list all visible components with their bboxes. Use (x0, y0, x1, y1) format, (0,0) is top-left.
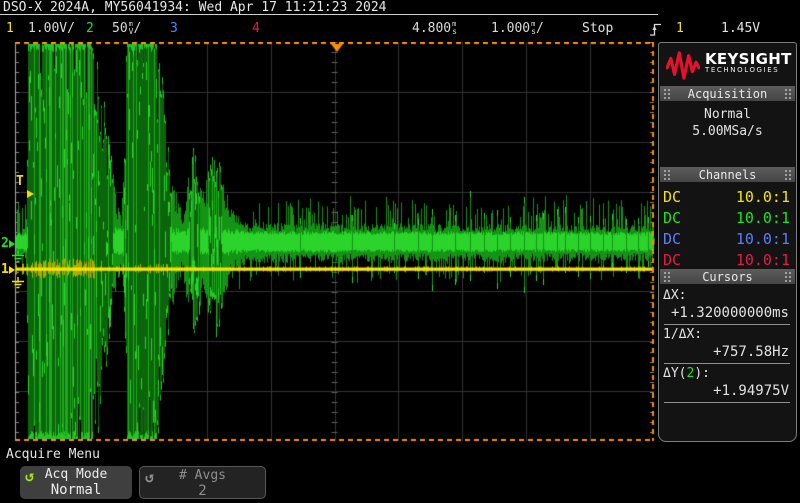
logo-brand-text: KEYSIGHT (705, 54, 792, 65)
softkey-value: Normal (20, 482, 132, 498)
timebase-readout[interactable]: 1.000ms/ (491, 21, 544, 36)
channel2-number[interactable]: 2 (86, 21, 94, 36)
inverse-delta-x-label: 1/ΔX: (663, 327, 791, 343)
sample-rate: 5.00MSa/s (659, 123, 796, 140)
drag-grip-icon[interactable] (784, 271, 792, 282)
channel2-probe-ratio: 10.0:1 (736, 209, 790, 227)
cursors-panel: ΔX: +1.320000000ms 1/ΔX: +757.58Hz ΔY(2)… (659, 284, 796, 403)
channel1-coupling: DC (663, 188, 681, 206)
drag-grip-icon[interactable] (784, 88, 792, 99)
channel1-ground-marker[interactable]: 1 (1, 264, 9, 276)
channel4-probe-ratio: 10.0:1 (736, 251, 790, 269)
keysight-logo: KEYSIGHT TECHNOLOGIES (659, 43, 796, 86)
milli-second-stacked-unit: ms (452, 21, 457, 35)
channel4-row: DC 10.0:1 (663, 249, 790, 270)
waveform-display (10, 42, 657, 443)
channel2-marker-arrow-icon (9, 240, 15, 248)
title-divider (0, 14, 658, 15)
oscilloscope-screen: DSO-X 2024A, MY56041934: Wed Apr 17 11:2… (0, 0, 800, 503)
channel1-row: DC 10.0:1 (663, 186, 790, 207)
channel2-row: DC 10.0:1 (663, 207, 790, 228)
channel2-coupling: DC (663, 209, 681, 227)
num-avgs-softkey[interactable]: ↺ # Avgs 2 (139, 466, 266, 499)
run-state-indicator: Stop (582, 21, 613, 36)
channel2-ground-marker[interactable]: 2 (1, 238, 9, 250)
acquisition-mode: Normal (659, 106, 796, 123)
keysight-wave-icon (666, 50, 700, 80)
drag-grip-icon[interactable] (663, 88, 671, 99)
delta-x-label: ΔX: (663, 288, 791, 304)
drag-grip-icon[interactable] (663, 271, 671, 282)
cursors-section-header[interactable]: Cursors (660, 269, 795, 284)
delta-x-value: +1.320000000ms (663, 304, 791, 322)
channel3-probe-ratio: 10.0:1 (736, 230, 790, 248)
channel3-number[interactable]: 3 (170, 21, 178, 36)
channel3-coupling: DC (663, 230, 681, 248)
instrument-title: DSO-X 2024A, MY56041934: Wed Apr 17 11:2… (3, 0, 387, 15)
divider (664, 402, 790, 403)
softkey-label: Acq Mode (20, 467, 132, 482)
channels-header-label: Channels (699, 168, 757, 182)
acquisition-panel: Normal 5.00MSa/s (659, 101, 796, 167)
delta-y-value: +1.94975V (663, 382, 791, 400)
acquisition-section-header[interactable]: Acquisition (660, 86, 795, 101)
channel1-probe-ratio: 10.0:1 (736, 188, 790, 206)
trigger-source[interactable]: 1 (676, 21, 684, 36)
divider (664, 363, 790, 364)
drag-grip-icon[interactable] (663, 169, 671, 180)
channel1-ground-icon (11, 277, 25, 289)
softkey-value: 2 (140, 483, 265, 499)
delta-y-label: ΔY(2): (663, 366, 791, 382)
channels-panel: DC 10.0:1 DC 10.0:1 DC 10.0:1 DC 10.0:1 (659, 182, 796, 269)
trigger-level-arrow-icon[interactable] (27, 190, 34, 198)
acquisition-header-label: Acquisition (688, 87, 767, 101)
channel1-number[interactable]: 1 (6, 21, 14, 36)
acq-mode-softkey[interactable]: ↺ Acq Mode Normal (20, 466, 132, 499)
channel2-scale[interactable]: 50mV/ (112, 21, 141, 36)
inverse-delta-x-value: +757.58Hz (663, 343, 791, 361)
channel2-ground-icon (11, 251, 25, 263)
logo-sub-text: TECHNOLOGIES (705, 65, 792, 76)
delay-time-readout: 4.800ms (412, 21, 457, 36)
trigger-level-marker[interactable]: T (16, 176, 24, 188)
cursors-header-label: Cursors (702, 270, 753, 284)
divider (664, 324, 790, 325)
trigger-level[interactable]: 1.45V (721, 21, 760, 36)
info-sidebar: KEYSIGHT TECHNOLOGIES Acquisition Normal… (658, 42, 797, 442)
channel4-number[interactable]: 4 (252, 21, 260, 36)
channel3-row: DC 10.0:1 (663, 228, 790, 249)
channels-section-header[interactable]: Channels (660, 167, 795, 182)
drag-grip-icon[interactable] (784, 169, 792, 180)
channel1-marker-arrow-icon (9, 266, 15, 274)
channel1-scale[interactable]: 1.00V/ (28, 21, 75, 36)
softkey-label: # Avgs (140, 468, 265, 483)
softkey-menu-title: Acquire Menu (6, 447, 100, 462)
channel4-coupling: DC (663, 251, 681, 269)
edge-trigger-icon (649, 21, 662, 37)
